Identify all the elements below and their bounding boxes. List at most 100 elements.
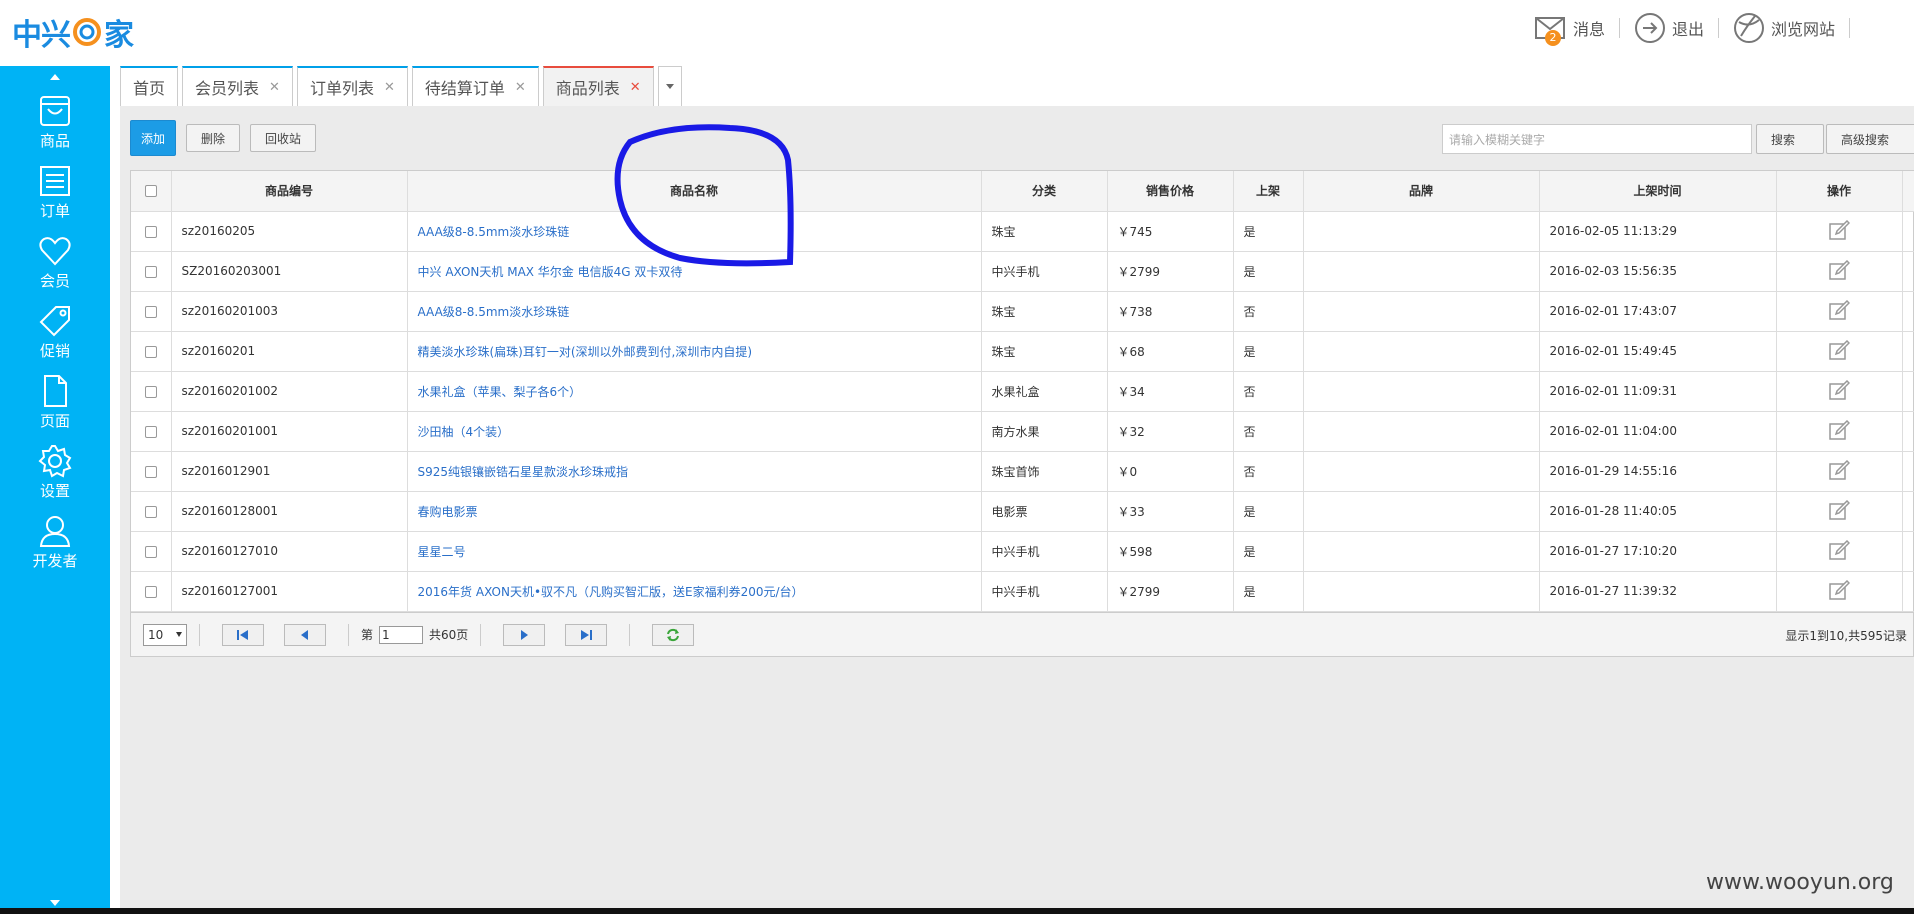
row-checkbox[interactable] <box>144 505 157 518</box>
refresh-button[interactable] <box>652 623 695 646</box>
page-size-select[interactable]: 10 <box>143 623 187 646</box>
last-page-button[interactable] <box>565 623 608 646</box>
tab-more-button[interactable] <box>657 66 682 106</box>
chevron-down-icon <box>665 84 674 89</box>
row-checkbox[interactable] <box>144 585 157 598</box>
close-icon[interactable]: ✕ <box>515 80 526 95</box>
product-name-link[interactable]: 中兴 AXON天机 MAX 华尔金 电信版4G 双卡双待 <box>407 251 982 292</box>
delete-button[interactable]: 删除 <box>186 124 241 152</box>
row-checkbox[interactable] <box>144 385 157 398</box>
sidebar-item-goods[interactable]: 商品 <box>0 94 110 156</box>
column-header[interactable]: 商品编号 <box>171 171 408 212</box>
add-button[interactable]: 添加 <box>130 120 177 156</box>
action-cell <box>1776 531 1903 572</box>
table-row[interactable]: sz20160201003 AAA级8-8.5mm淡水珍珠链 珠宝 ￥738 否 2016… <box>131 291 1914 332</box>
edit-icon[interactable] <box>1828 500 1850 522</box>
edit-icon[interactable] <box>1828 420 1850 442</box>
sidebar-item-promotions[interactable]: 促销 <box>0 304 110 366</box>
column-header[interactable]: 商品名称 <box>407 171 982 212</box>
list-icon <box>40 166 70 196</box>
table-row[interactable]: sz2016012901 S925纯银镶嵌锆石星星款淡水珍珠戒指 珠宝首饰 ￥0 否 20… <box>131 451 1914 492</box>
page-number-input[interactable]: 1 <box>379 625 424 644</box>
tab-home[interactable]: 首页 <box>120 66 179 106</box>
row-checkbox[interactable] <box>144 545 157 558</box>
edit-icon[interactable] <box>1828 580 1850 602</box>
row-checkbox[interactable] <box>144 425 157 438</box>
action-cell <box>1776 451 1903 492</box>
product-name-link[interactable]: 沙田柚（4个装） <box>407 411 982 452</box>
edit-icon[interactable] <box>1828 260 1850 282</box>
select-all-checkbox[interactable] <box>144 185 157 198</box>
product-name-link[interactable]: 星星二号 <box>407 531 982 572</box>
sidebar-item-settings[interactable]: 设置 <box>0 444 110 506</box>
column-header[interactable]: 操作 <box>1776 171 1903 212</box>
close-icon[interactable]: ✕ <box>630 80 641 95</box>
search-input[interactable]: 请输入模糊关键字 <box>1442 124 1752 154</box>
listed-time-cell: 2016-01-27 17:10:20 <box>1539 531 1777 572</box>
close-icon[interactable]: ✕ <box>384 80 395 95</box>
row-checkbox[interactable] <box>144 465 157 478</box>
logout-link[interactable]: 退出 <box>1620 13 1719 43</box>
column-header[interactable]: 分类 <box>981 171 1108 212</box>
advanced-search-button[interactable]: 高级搜索 <box>1826 124 1914 154</box>
product-name-link[interactable]: AAA级8-8.5mm淡水珍珠链 <box>407 211 982 252</box>
search-button[interactable]: 搜索 <box>1756 124 1824 154</box>
table-row[interactable]: sz20160127001 2016年货 AXON天机•驭不凡（凡购买智汇版，送E… <box>131 571 1914 612</box>
edit-icon[interactable] <box>1828 220 1850 242</box>
tab-member-list[interactable]: 会员列表 ✕ <box>182 66 293 106</box>
sidebar-item-orders[interactable]: 订单 <box>0 164 110 226</box>
column-header[interactable]: 上架 <box>1233 171 1304 212</box>
browse-site-link[interactable]: 浏览网站 <box>1719 13 1850 43</box>
edit-icon[interactable] <box>1828 340 1850 362</box>
product-name-link[interactable]: 春购电影票 <box>407 491 982 532</box>
row-checkbox[interactable] <box>144 345 157 358</box>
browse-site-label: 浏览网站 <box>1770 20 1835 39</box>
table-row[interactable]: sz20160201002 水果礼盒（苹果、梨子各6个） 水果礼盒 ￥34 否 2016-… <box>131 371 1914 412</box>
sidebar-scroll-down-icon[interactable] <box>50 900 60 906</box>
product-name-link[interactable]: 精美淡水珍珠(扁珠)耳钉一对(深圳以外邮费到付,深圳市内自提) <box>407 331 982 372</box>
table-row[interactable]: sz20160201 精美淡水珍珠(扁珠)耳钉一对(深圳以外邮费到付,深圳市内自提… <box>131 331 1914 372</box>
column-header[interactable]: 销售价格 <box>1107 171 1234 212</box>
sidebar-scroll-up-icon[interactable] <box>50 74 60 80</box>
listed-time-cell: 2016-01-27 11:39:32 <box>1539 571 1777 612</box>
edit-icon[interactable] <box>1828 460 1850 482</box>
table-row[interactable]: SZ20160203001 中兴 AXON天机 MAX 华尔金 电信版4G 双卡双… <box>131 251 1914 292</box>
row-checkbox[interactable] <box>144 265 157 278</box>
sidebar-item-developer[interactable]: 开发者 <box>0 514 110 576</box>
watermark: www.wooyun.org <box>1706 870 1894 895</box>
first-page-button[interactable] <box>222 623 264 646</box>
table-row[interactable]: sz20160205 AAA级8-8.5mm淡水珍珠链 珠宝 ￥745 是 2016-02… <box>131 211 1914 252</box>
product-name-link[interactable]: 水果礼盒（苹果、梨子各6个） <box>407 371 982 412</box>
tab-order-list[interactable]: 订单列表 ✕ <box>296 66 408 106</box>
column-header[interactable]: 上架时间 <box>1539 171 1777 212</box>
table-row[interactable]: sz20160128001 春购电影票 电影票 ￥33 是 2016-01-28 11:4… <box>131 491 1914 532</box>
tab-product-list[interactable]: 商品列表 ✕ <box>542 66 654 106</box>
table-row[interactable]: sz20160201001 沙田柚（4个装） 南方水果 ￥32 否 2016-02-01 … <box>131 411 1914 452</box>
price-cell: ￥32 <box>1107 411 1234 452</box>
product-id-cell: sz20160201001 <box>171 411 408 452</box>
edit-icon[interactable] <box>1828 380 1850 402</box>
edit-icon[interactable] <box>1828 540 1850 562</box>
row-checkbox[interactable] <box>144 305 157 318</box>
product-name-link[interactable]: AAA级8-8.5mm淡水珍珠链 <box>407 291 982 332</box>
tag-icon <box>39 306 70 337</box>
close-icon[interactable]: ✕ <box>269 80 280 95</box>
tab-pending-orders[interactable]: 待结算订单 ✕ <box>411 66 539 106</box>
checkbox-cell <box>131 571 172 612</box>
row-checkbox[interactable] <box>144 225 157 238</box>
product-name-link[interactable]: 2016年货 AXON天机•驭不凡（凡购买智汇版，送E家福利券200元/台） <box>407 571 982 612</box>
previous-page-button[interactable] <box>284 623 326 646</box>
table-row[interactable]: sz20160127010 星星二号 中兴手机 ￥598 是 2016-01-27 17:… <box>131 531 1914 572</box>
message-badge: 2 <box>1544 30 1561 46</box>
next-page-button[interactable] <box>503 623 546 646</box>
table-body: sz20160205 AAA级8-8.5mm淡水珍珠链 珠宝 ￥745 是 2016-02… <box>131 211 1914 612</box>
sidebar-item-pages[interactable]: 页面 <box>0 374 110 436</box>
recycle-bin-button[interactable]: 回收站 <box>250 124 317 152</box>
product-name-link[interactable]: S925纯银镶嵌锆石星星款淡水珍珠戒指 <box>407 451 982 492</box>
logo[interactable]: 中兴 家 <box>12 12 134 53</box>
edit-icon[interactable] <box>1828 300 1850 322</box>
column-header[interactable]: 品牌 <box>1303 171 1540 212</box>
messages-link[interactable]: 2 消息 <box>1521 17 1620 46</box>
sidebar-item-members[interactable]: 会员 <box>0 234 110 296</box>
tab-label: 订单列表 <box>309 79 374 98</box>
